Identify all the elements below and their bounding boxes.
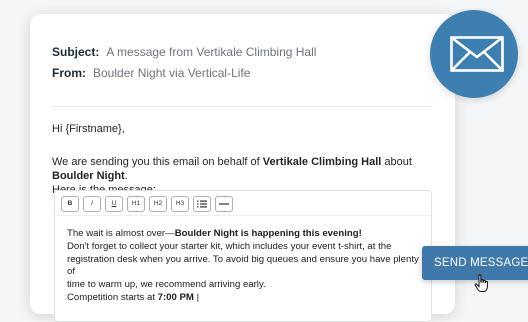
message-body[interactable]: The wait is almost over—Boulder Night is… <box>67 228 423 305</box>
bold-button[interactable]: B <box>61 196 79 212</box>
intro-org: Vertikale Climbing Hall <box>262 156 382 168</box>
editor-toolbar: B I U H1 H2 H3 <box>61 196 233 212</box>
subject-line: Subject: A message from Vertikale Climbin… <box>52 45 316 59</box>
body-line5-bold: 7:00 PM <box>157 291 194 303</box>
email-preview-card: Subject: A message from Vertikale Climbin… <box>30 14 455 322</box>
envelope-icon <box>450 36 504 72</box>
intro-event: Boulder Night <box>52 170 125 182</box>
body-line5-plain: Competition starts at <box>67 291 158 303</box>
toolbar-separator <box>55 215 431 216</box>
subject-label: Subject: <box>52 45 100 59</box>
list-icon <box>197 200 207 208</box>
intro-part3: . <box>124 170 128 182</box>
from-label: From: <box>52 66 86 80</box>
from-line: From: Boulder Night via Vertical-Life <box>52 66 250 80</box>
envelope-badge <box>430 10 518 98</box>
text-caret: | <box>193 291 200 303</box>
h1-button[interactable]: H1 <box>127 196 145 212</box>
greeting-text: Hi {Firstname}, <box>52 123 125 135</box>
hand-pointer-cursor-icon <box>474 274 488 292</box>
body-line1-plain: The wait is almost over— <box>67 228 175 239</box>
body-line4: time to warm up, we recommend arriving e… <box>67 279 266 291</box>
horizontal-rule-icon <box>219 203 229 205</box>
intro-part2: about <box>381 156 412 168</box>
header-divider <box>52 106 432 107</box>
h3-button[interactable]: H3 <box>171 196 189 212</box>
underline-button[interactable]: U <box>105 196 123 212</box>
body-line2: Don't forget to collect your starter kit… <box>67 240 392 252</box>
subject-value: A message from Vertikale Climbing Hall <box>106 45 317 59</box>
italic-button[interactable]: I <box>83 196 101 212</box>
body-line3: registration desk when you arrive. To av… <box>67 253 419 278</box>
h2-button[interactable]: H2 <box>149 196 167 212</box>
list-button[interactable] <box>193 196 211 212</box>
body-line1-bold: Boulder Night is happening this evening! <box>174 228 362 239</box>
from-value: Boulder Night via Vertical-Life <box>93 66 251 80</box>
horizontal-rule-button[interactable] <box>215 196 233 212</box>
message-editor[interactable]: B I U H1 H2 H3 The wait is almost over—B… <box>54 190 432 322</box>
intro-part1: We are sending you this email on behalf … <box>52 156 263 168</box>
